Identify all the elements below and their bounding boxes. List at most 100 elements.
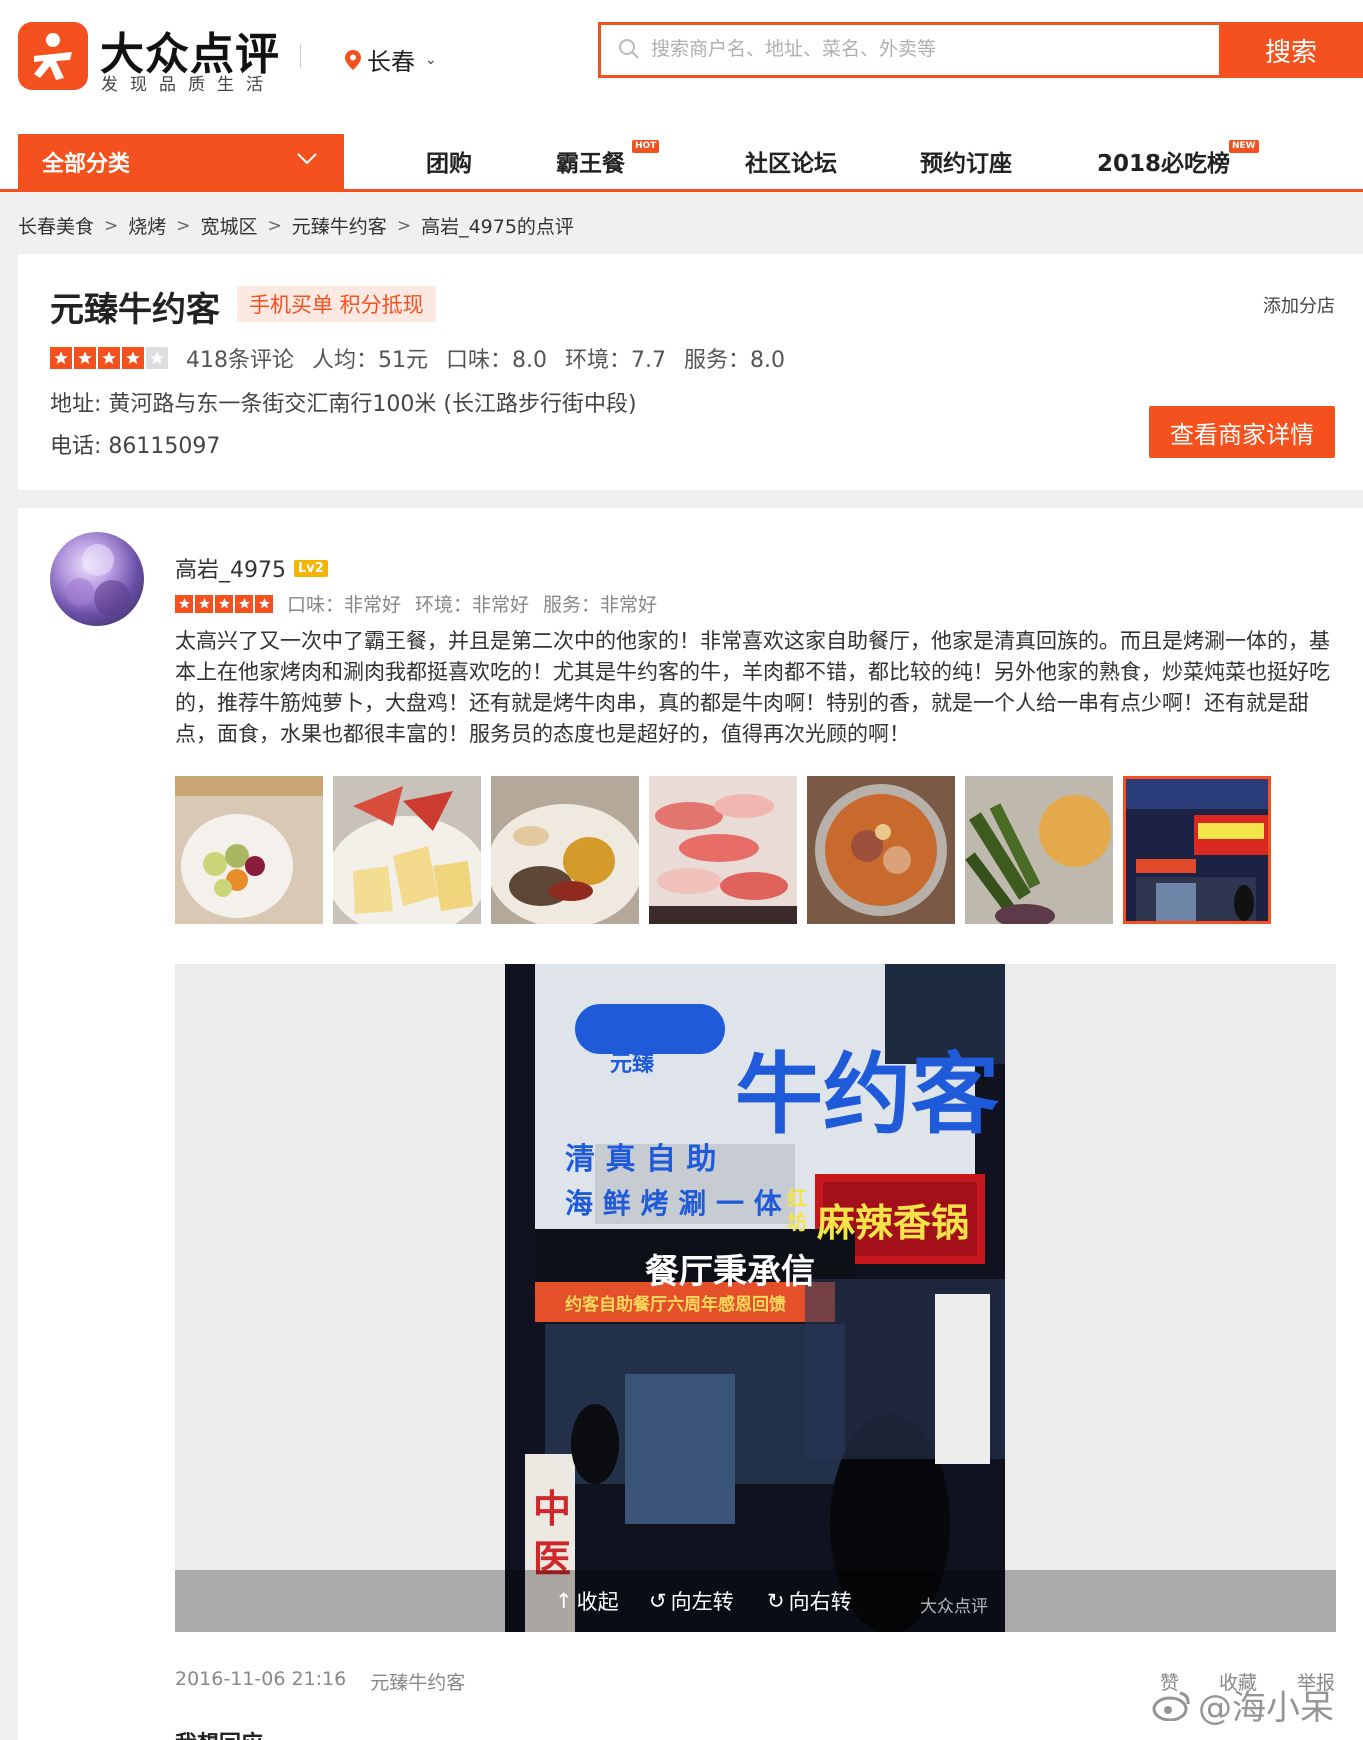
rotate-left-icon: ↺ xyxy=(649,1589,667,1613)
top-header: 大众点评 发现品质生活 长春 ⌄ 搜索 xyxy=(0,0,1363,132)
sign-small-text: 元臻 xyxy=(610,1052,655,1077)
taste-score: 口味：8.0 xyxy=(446,348,547,373)
rotate-right-button[interactable]: ↻ 向右转 xyxy=(767,1586,852,1616)
hot-badge: HOT xyxy=(632,140,660,153)
city-selector[interactable]: 长春 ⌄ xyxy=(345,42,437,77)
breadcrumb-separator: > xyxy=(104,215,119,236)
star-icon xyxy=(175,594,193,613)
sign-row1-text: 清 真 自 助 xyxy=(565,1142,717,1177)
photo-viewer-toolbar xyxy=(175,1570,1336,1632)
search-button[interactable]: 搜索 xyxy=(1219,22,1363,78)
banner-text: 约客自助餐厅六周年感恩回馈 xyxy=(565,1295,786,1315)
breadcrumb-item[interactable]: 元臻牛约客 xyxy=(292,212,387,239)
nav-item-label: 2018必吃榜 xyxy=(1097,151,1231,177)
shop-rating-line: 418条评论 人均：51元 口味：8.0 环境：7.7 服务：8.0 xyxy=(50,342,785,374)
breadcrumb-item[interactable]: 烧烤 xyxy=(128,212,166,239)
star-icon xyxy=(215,594,233,613)
add-branch-link[interactable]: 添加分店 xyxy=(1263,292,1335,318)
photo-thumbnail[interactable] xyxy=(175,776,323,924)
star-icon xyxy=(235,594,253,613)
star-empty-icon xyxy=(146,347,168,369)
review-star-rating xyxy=(175,594,273,613)
review-datetime: 2016-11-06 21:16 xyxy=(175,1668,347,1690)
sign-red-text: 麻辣香锅 xyxy=(817,1201,970,1245)
sign-red-small-text: 红坊 xyxy=(787,1186,807,1234)
header-divider xyxy=(300,44,301,68)
city-name: 长春 xyxy=(367,48,415,76)
search-icon xyxy=(619,39,639,59)
photo-thumbnail[interactable] xyxy=(649,776,797,924)
photo-thumbnails xyxy=(175,776,1271,924)
search-input[interactable] xyxy=(651,33,1251,67)
star-icon xyxy=(98,347,120,369)
collapse-photo-button[interactable]: ↑ 收起 xyxy=(555,1586,619,1616)
nav-item-free-meal[interactable]: 霸王餐 HOT xyxy=(556,140,660,178)
search-bar: 搜索 xyxy=(598,22,1363,78)
main-nav: 全部分类 团购 霸王餐 HOT 社区论坛 预约订座 2018必吃榜 NEW xyxy=(0,132,1363,192)
breadcrumb-item[interactable]: 宽城区 xyxy=(201,212,258,239)
environment-score: 环境：7.7 xyxy=(565,348,666,373)
photo-thumbnail[interactable] xyxy=(965,776,1113,924)
all-categories-button[interactable]: 全部分类 xyxy=(18,134,344,189)
all-categories-label: 全部分类 xyxy=(42,151,131,177)
collapse-label: 收起 xyxy=(576,1590,619,1614)
breadcrumb-separator: > xyxy=(396,215,412,236)
service-score: 服务：8.0 xyxy=(684,348,785,373)
nav-item-must-eat-list[interactable]: 2018必吃榜 NEW xyxy=(1097,140,1259,178)
review-shop-link[interactable]: 元臻牛约客 xyxy=(370,1668,465,1695)
level-badge: Lv2 xyxy=(294,559,328,577)
photo-watermark: 大众点评 xyxy=(920,1597,988,1617)
star-icon xyxy=(255,594,273,613)
breadcrumb-item[interactable]: 长春美食 xyxy=(18,212,94,239)
review-text: 太高兴了又一次中了霸王餐，并且是第二次中的他家的！非常喜欢这家自助餐厅，他家是清… xyxy=(175,629,1330,746)
shop-info-card: 元臻牛约客 手机买单 积分抵现 添加分店 418条评论 人均：51元 口味：8.… xyxy=(18,254,1363,490)
weibo-watermark: @海小呆 xyxy=(1152,1680,1334,1729)
avg-price: 人均：51元 xyxy=(312,348,428,373)
shop-name[interactable]: 元臻牛约客 xyxy=(50,282,220,331)
nav-item-label: 霸王餐 xyxy=(556,151,625,177)
nav-item-forum[interactable]: 社区论坛 xyxy=(745,144,837,178)
username[interactable]: 高岩_4975 xyxy=(175,552,286,584)
photo-thumbnail[interactable] xyxy=(491,776,639,924)
side-sign-text: 中医 xyxy=(533,1487,572,1581)
nav-item-group-buy[interactable]: 团购 xyxy=(426,144,472,178)
view-shop-details-button[interactable]: 查看商家详情 xyxy=(1149,406,1335,458)
review-meta: 2016-11-06 21:16 元臻牛约客 xyxy=(175,1668,465,1695)
photo-thumbnail[interactable] xyxy=(807,776,955,924)
shop-star-rating xyxy=(50,347,168,369)
avatar[interactable] xyxy=(50,532,144,626)
shop-phone: 电话: 86115097 xyxy=(50,434,221,459)
brand-slogan: 发现品质生活 xyxy=(101,75,275,95)
chevron-down-icon: ⌄ xyxy=(425,51,437,68)
rotate-right-icon: ↻ xyxy=(767,1589,785,1613)
promo-badge[interactable]: 手机买单 积分抵现 xyxy=(237,286,436,322)
review-author[interactable]: 高岩_4975 Lv2 xyxy=(175,552,328,584)
review-rating-line: 口味：非常好 环境：非常好 服务：非常好 xyxy=(175,590,657,617)
storefront-photo[interactable]: 元臻 牛约客 清 真 自 助 海 鲜 烤 涮 一 体 红坊 麻辣香锅 餐厅秉承信… xyxy=(505,964,1005,1632)
dianping-logo[interactable] xyxy=(18,22,88,90)
new-badge: NEW xyxy=(1229,140,1259,153)
arrow-up-icon: ↑ xyxy=(555,1589,573,1613)
sign-main-text: 牛约客 xyxy=(735,1042,1000,1146)
photo-viewer: 元臻 牛约客 清 真 自 助 海 鲜 烤 涮 一 体 红坊 麻辣香锅 餐厅秉承信… xyxy=(175,964,1336,1632)
nav-item-reservation[interactable]: 预约订座 xyxy=(920,144,1012,178)
weibo-icon xyxy=(1152,1691,1190,1721)
watermark-text: @海小呆 xyxy=(1198,1688,1334,1728)
breadcrumb-separator: > xyxy=(176,215,191,236)
reply-section-title: 我想回应 xyxy=(175,1726,263,1740)
rotate-right-label: 向右转 xyxy=(788,1590,852,1614)
star-icon xyxy=(50,347,72,369)
breadcrumb-separator: > xyxy=(267,215,282,236)
review-count[interactable]: 418条评论 xyxy=(186,342,294,374)
rotate-left-label: 向左转 xyxy=(670,1590,734,1614)
shop-address: 地址: 黄河路与东一条街交汇南行100米 (长江路步行街中段) xyxy=(50,392,637,417)
sign-slogan-text: 餐厅秉承信 xyxy=(645,1252,815,1292)
review-environment: 环境：非常好 xyxy=(415,594,530,616)
breadcrumb: 长春美食 > 烧烤 > 宽城区 > 元臻牛约客 > 高岩_4975的点评 xyxy=(18,212,574,239)
photo-thumbnail-selected[interactable] xyxy=(1123,776,1271,924)
rotate-left-button[interactable]: ↺ 向左转 xyxy=(649,1586,734,1616)
star-icon xyxy=(74,347,96,369)
photo-thumbnail[interactable] xyxy=(333,776,481,924)
sign-row2-text: 海 鲜 烤 涮 一 体 xyxy=(565,1187,782,1220)
review-service: 服务：非常好 xyxy=(543,594,658,616)
